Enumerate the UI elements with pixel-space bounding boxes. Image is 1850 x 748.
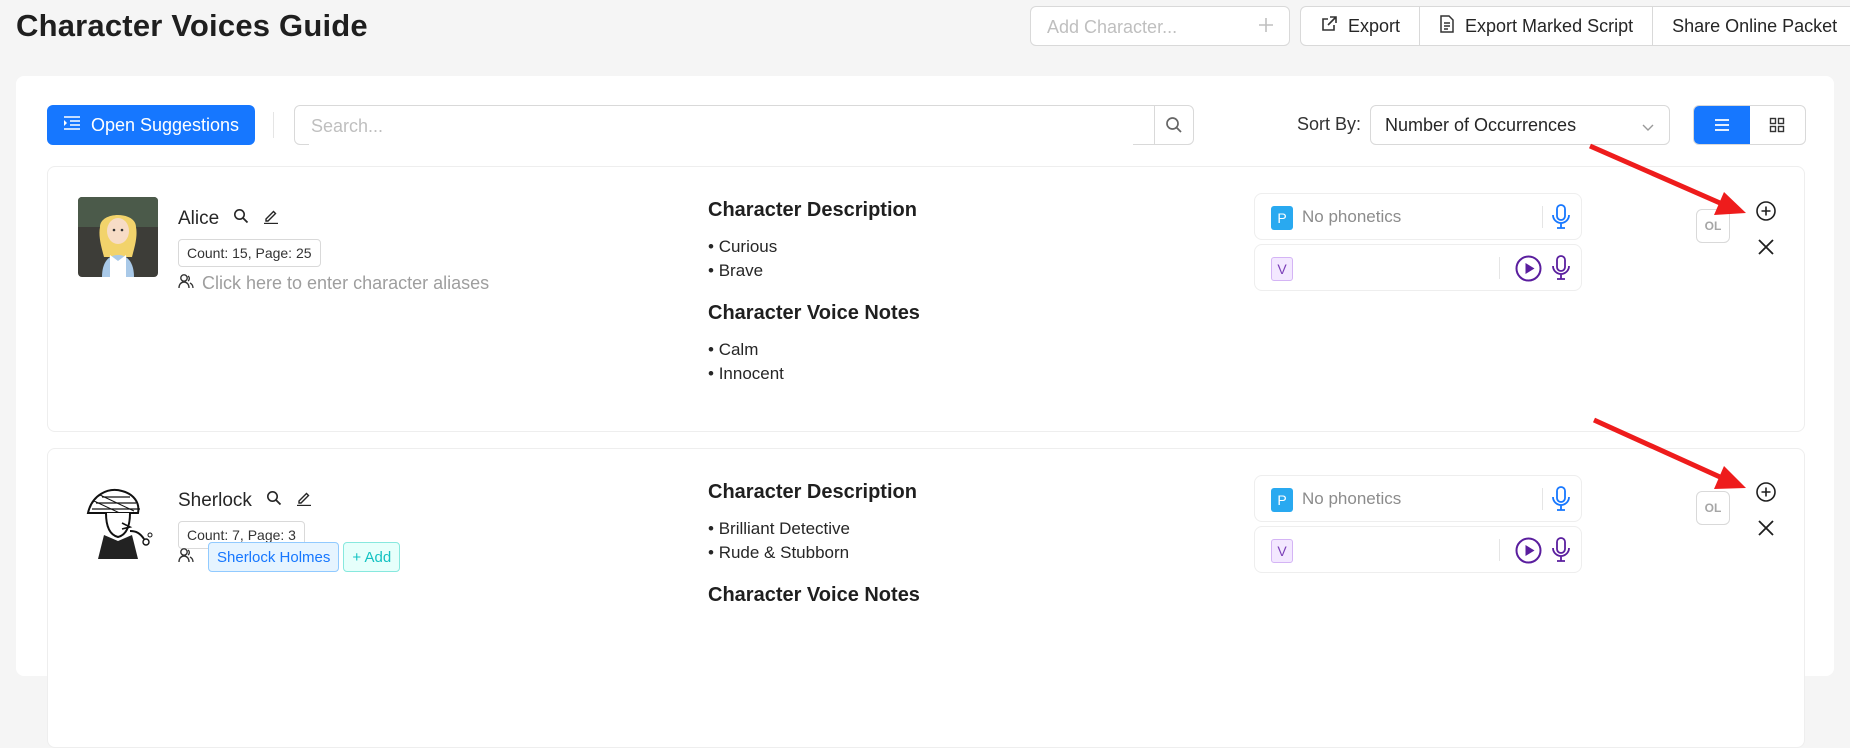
list-item: Brilliant Detective: [708, 517, 920, 541]
search-icon: [1166, 117, 1182, 133]
play-icon[interactable]: [1515, 537, 1542, 569]
add-character-field[interactable]: [1030, 6, 1290, 47]
play-icon[interactable]: [1515, 255, 1542, 287]
add-circle-icon[interactable]: [1755, 481, 1777, 508]
count-badge: Count: 15, Page: 25: [178, 239, 321, 267]
list-indent-icon: [63, 115, 81, 136]
alias-tag[interactable]: Sherlock Holmes: [208, 542, 340, 572]
search-icon[interactable]: [266, 490, 282, 512]
description-list: Brilliant Detective Rude & Stubborn: [708, 517, 920, 565]
character-name-row: Sherlock: [178, 490, 312, 512]
character-name-row: Alice: [178, 208, 279, 230]
aliases-icon: [178, 273, 194, 294]
character-name[interactable]: Sherlock: [178, 490, 252, 512]
list-item: Curious: [708, 235, 920, 259]
character-details: Character Description Curious Brave Char…: [708, 199, 920, 405]
divider: [1499, 539, 1500, 561]
sort-by-label: Sort By:: [1297, 114, 1362, 134]
ol-toggle[interactable]: OL: [1696, 209, 1730, 243]
toolbar-divider: [273, 112, 274, 138]
grid-icon: [1770, 117, 1785, 133]
aliases-placeholder[interactable]: Click here to enter character aliases: [202, 273, 489, 294]
add-alias-button[interactable]: + Add: [343, 542, 401, 572]
divider: [1542, 206, 1543, 228]
divider: [1499, 257, 1500, 279]
edit-icon[interactable]: [263, 208, 279, 230]
export-label: Export: [1348, 15, 1401, 36]
description-list: Curious Brave: [708, 235, 920, 283]
search-input[interactable]: [309, 106, 1133, 146]
add-circle-icon[interactable]: [1755, 200, 1777, 227]
view-toggle: [1693, 105, 1806, 145]
close-icon[interactable]: [1757, 238, 1775, 261]
phonetics-box[interactable]: P No phonetics: [1254, 475, 1582, 522]
sort-select[interactable]: Number of Occurrences: [1370, 105, 1670, 145]
character-details: Character Description Brilliant Detectiv…: [708, 481, 920, 620]
voice-notes-title: Character Voice Notes: [708, 302, 920, 324]
list-item: Calm: [708, 338, 920, 362]
voice-recording-box[interactable]: V: [1254, 244, 1582, 291]
voice-tag: V: [1271, 257, 1293, 281]
export-marked-script-label: Export Marked Script: [1465, 15, 1634, 36]
sort-select-value: Number of Occurrences: [1385, 114, 1577, 135]
divider: [1542, 488, 1543, 510]
share-online-packet-button[interactable]: Share Online Packet: [1653, 7, 1850, 45]
voice-recording-box[interactable]: V: [1254, 526, 1582, 573]
list-item: Rude & Stubborn: [708, 541, 920, 565]
grid-view-button[interactable]: [1750, 106, 1806, 144]
phonetics-tag: P: [1271, 488, 1293, 512]
phonetics-placeholder[interactable]: No phonetics: [1302, 207, 1401, 227]
aliases-row[interactable]: Click here to enter character aliases: [178, 273, 489, 294]
open-suggestions-label: Open Suggestions: [90, 114, 240, 135]
header-actions: Export Export Marked Script Share Online…: [1300, 6, 1850, 46]
open-suggestions-button[interactable]: Open Suggestions: [47, 105, 255, 145]
microphone-icon[interactable]: [1551, 255, 1571, 286]
avatar[interactable]: [78, 479, 158, 559]
description-title: Character Description: [708, 481, 917, 503]
aliases-row: Sherlock Holmes + Add: [178, 542, 401, 572]
add-character-input[interactable]: [1045, 7, 1249, 47]
voice-notes-list: Calm Innocent: [708, 338, 920, 386]
list-icon: [1714, 119, 1729, 131]
search-icon[interactable]: [233, 208, 249, 230]
list-item: Innocent: [708, 362, 920, 386]
share-online-packet-label: Share Online Packet: [1672, 15, 1838, 36]
export-marked-script-button[interactable]: Export Marked Script: [1420, 7, 1654, 45]
character-card: Sherlock Count: 7, Page: 3 Sherlock Holm…: [47, 448, 1805, 748]
edit-icon[interactable]: [296, 490, 312, 512]
character-name[interactable]: Alice: [178, 208, 219, 230]
search-field[interactable]: [294, 105, 1194, 146]
list-item: Brave: [708, 259, 920, 283]
microphone-icon[interactable]: [1551, 537, 1571, 568]
voice-notes-title: Character Voice Notes: [708, 584, 920, 606]
chevron-down-icon: [1641, 118, 1655, 139]
list-view-button[interactable]: [1694, 106, 1750, 144]
ol-toggle[interactable]: OL: [1696, 491, 1730, 525]
phonetics-placeholder[interactable]: No phonetics: [1302, 489, 1401, 509]
phonetics-tag: P: [1271, 206, 1293, 230]
plus-icon[interactable]: [1257, 16, 1275, 39]
export-button[interactable]: Export: [1301, 7, 1421, 45]
main-panel: Open Suggestions Sort By: Number of Occu…: [16, 76, 1834, 748]
close-icon[interactable]: [1757, 519, 1775, 542]
description-title: Character Description: [708, 199, 917, 221]
voice-tag: V: [1271, 539, 1293, 563]
search-button[interactable]: [1154, 106, 1193, 144]
microphone-icon[interactable]: [1551, 204, 1571, 235]
character-card: Alice Count: 15, Page: 25 Click here to …: [47, 166, 1805, 432]
microphone-icon[interactable]: [1551, 486, 1571, 517]
aliases-icon: [178, 547, 194, 568]
phonetics-box[interactable]: P No phonetics: [1254, 193, 1582, 240]
export-icon: [1320, 15, 1338, 38]
avatar[interactable]: [78, 197, 158, 277]
page-title: Character Voices Guide: [16, 8, 368, 43]
document-icon: [1439, 14, 1455, 38]
